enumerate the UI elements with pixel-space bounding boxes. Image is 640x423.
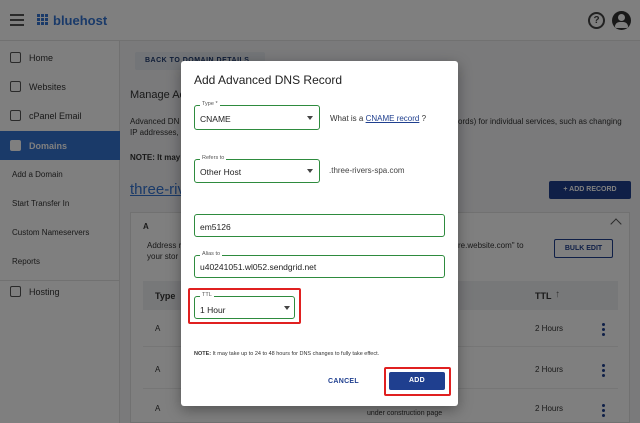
alias-to-input[interactable]: Alias to u40241051.wl052.sendgrid.net: [194, 251, 445, 278]
host-value: em5126: [200, 222, 231, 232]
dialog-title: Add Advanced DNS Record: [194, 73, 343, 87]
host-input[interactable]: em5126: [194, 214, 445, 237]
refers-to-select[interactable]: Refers to Other Host: [194, 155, 320, 183]
type-label: Type *: [200, 101, 220, 107]
cname-help-text: What is a CNAME record ?: [330, 114, 426, 123]
add-dns-record-dialog: Add Advanced DNS Record Type * CNAME Wha…: [181, 61, 458, 406]
refers-to-label: Refers to: [200, 155, 227, 161]
note-text: It may take up to 24 to 48 hours for DNS…: [211, 351, 380, 357]
ttl-select[interactable]: TTL 1 Hour: [194, 292, 295, 319]
host-domain-suffix: .three-rivers-spa.com: [329, 166, 405, 175]
type-select[interactable]: Type * CNAME: [194, 101, 320, 130]
refers-to-value: Other Host: [200, 167, 242, 177]
dropdown-caret-icon: [307, 169, 313, 173]
ttl-value: 1 Hour: [200, 305, 226, 315]
cname-record-link[interactable]: CNAME record: [366, 114, 420, 123]
alias-to-value: u40241051.wl052.sendgrid.net: [200, 262, 317, 272]
dropdown-caret-icon: [284, 306, 290, 310]
dropdown-caret-icon: [307, 116, 313, 120]
cname-help-prefix: What is a: [330, 114, 366, 123]
alias-to-label: Alias to: [200, 251, 223, 257]
add-button[interactable]: ADD: [389, 372, 445, 390]
type-value: CNAME: [200, 114, 231, 124]
ttl-label: TTL: [200, 292, 214, 298]
note-label: NOTE:: [194, 351, 212, 357]
cname-help-suffix: ?: [419, 114, 427, 123]
dns-propagation-note: NOTE: It may take up to 24 to 48 hours f…: [194, 351, 379, 357]
cancel-button[interactable]: CANCEL: [321, 373, 366, 391]
